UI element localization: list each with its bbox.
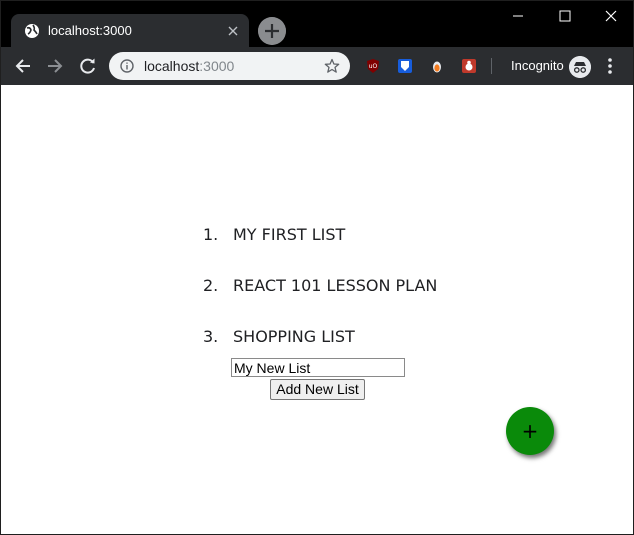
- tab-title: localhost:3000: [48, 23, 132, 38]
- page-viewport: 1. MY FIRST LIST 2. REACT 101 LESSON PLA…: [1, 85, 633, 534]
- menu-icon[interactable]: [607, 57, 613, 75]
- globe-icon: [25, 23, 39, 38]
- forward-icon[interactable]: [45, 56, 65, 76]
- add-new-list-button[interactable]: Add New List: [270, 379, 365, 400]
- list-number: 2.: [203, 276, 219, 295]
- window-close-icon[interactable]: [588, 1, 634, 31]
- list-number: 3.: [203, 327, 219, 346]
- browser-window: localhost:3000 localhost:3000 uO Incogni…: [0, 0, 634, 535]
- star-icon[interactable]: [324, 58, 340, 74]
- url-host: localhost: [144, 58, 200, 74]
- close-icon[interactable]: [227, 25, 239, 37]
- browser-toolbar: localhost:3000 uO Incognito: [1, 47, 633, 85]
- incognito-label: Incognito: [511, 58, 564, 73]
- back-icon[interactable]: [13, 56, 33, 76]
- reload-icon[interactable]: [78, 56, 98, 76]
- minimize-icon[interactable]: [495, 1, 541, 31]
- new-list-input[interactable]: [231, 358, 405, 377]
- list-title[interactable]: SHOPPING LIST: [233, 327, 355, 346]
- plus-icon: +: [521, 419, 539, 443]
- url-port: :3000: [199, 58, 235, 74]
- list-number: 1.: [203, 225, 219, 244]
- address-bar[interactable]: localhost:3000: [109, 52, 350, 80]
- maximize-icon[interactable]: [542, 1, 588, 31]
- url-text: localhost:3000: [144, 58, 234, 74]
- new-tab-icon[interactable]: [258, 17, 286, 45]
- extension-bug-icon[interactable]: [461, 58, 477, 74]
- svg-text:uO: uO: [369, 63, 378, 70]
- ublock-icon[interactable]: uO: [365, 58, 381, 74]
- title-bar: localhost:3000: [1, 1, 633, 47]
- info-icon[interactable]: [120, 59, 134, 73]
- list-title[interactable]: REACT 101 LESSON PLAN: [233, 276, 437, 295]
- incognito-icon[interactable]: [569, 56, 591, 78]
- list-title[interactable]: MY FIRST LIST: [233, 225, 345, 244]
- extension-drop-icon[interactable]: [429, 58, 445, 74]
- add-fab-button[interactable]: +: [506, 407, 554, 455]
- toolbar-divider: [491, 58, 492, 74]
- browser-tab[interactable]: localhost:3000: [11, 14, 249, 47]
- bitwarden-icon[interactable]: [397, 58, 413, 74]
